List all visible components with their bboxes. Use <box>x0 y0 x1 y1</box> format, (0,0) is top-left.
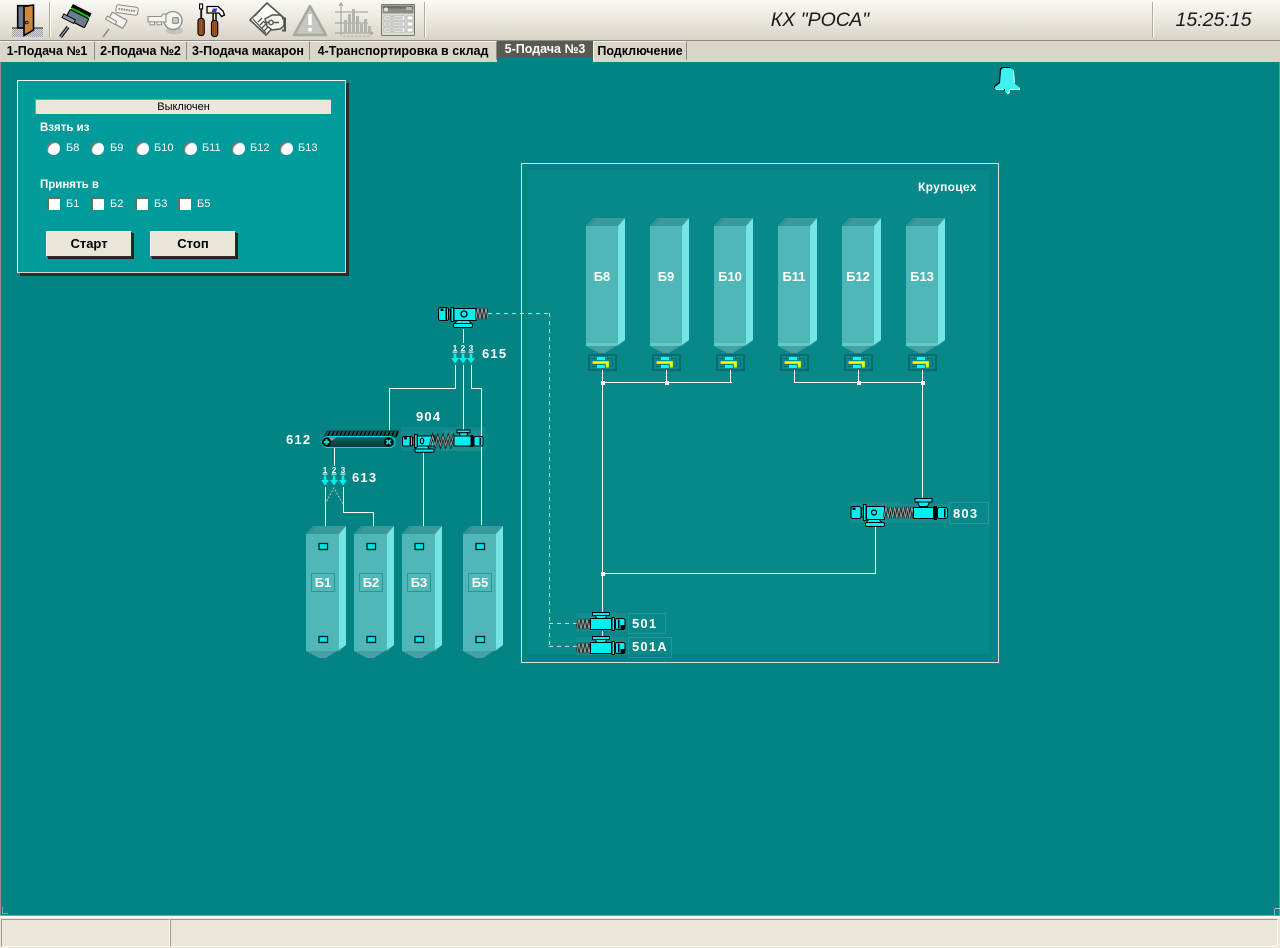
svg-text:Б5: Б5 <box>472 575 489 590</box>
svg-text:Б8: Б8 <box>594 269 611 284</box>
svg-text:Б2: Б2 <box>363 575 380 590</box>
svg-text:Б1: Б1 <box>315 575 332 590</box>
svg-text:Б9: Б9 <box>658 269 675 284</box>
svg-text:Б10: Б10 <box>718 269 742 284</box>
svg-text:Б12: Б12 <box>846 269 870 284</box>
svg-text:Б11: Б11 <box>782 269 805 284</box>
svg-text:Б13: Б13 <box>910 269 934 284</box>
svg-text:Б3: Б3 <box>411 575 428 590</box>
